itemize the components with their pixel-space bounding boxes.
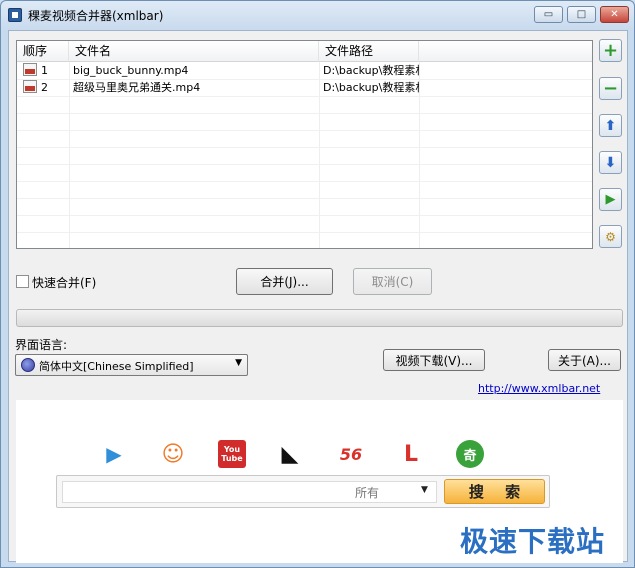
- search-box: 所有 ▼ 搜 索: [56, 475, 550, 508]
- letv-icon[interactable]: L: [397, 440, 425, 468]
- arrow-up-icon: ⬆: [604, 117, 617, 134]
- move-up-button[interactable]: ⬆: [599, 114, 622, 137]
- gear-icon: ⚙: [605, 229, 616, 244]
- file-list[interactable]: 顺序 文件名 文件路径 1 big_buck_bunny.mp4 D:\back…: [16, 40, 593, 249]
- tudou-icon[interactable]: ☺: [159, 440, 187, 468]
- empty-row: [17, 199, 592, 216]
- empty-row: [17, 114, 592, 131]
- row-order-cell: 1: [19, 63, 69, 80]
- column-header-filename[interactable]: 文件名: [69, 41, 319, 62]
- row-order: 1: [41, 64, 48, 77]
- chevron-down-icon: ▼: [235, 358, 242, 368]
- empty-row: [17, 216, 592, 233]
- search-scope[interactable]: 所有: [355, 484, 379, 501]
- client-area: 顺序 文件名 文件路径 1 big_buck_bunny.mp4 D:\back…: [8, 30, 628, 563]
- merge-button[interactable]: 合并(J)...: [236, 268, 333, 295]
- youtube-icon[interactable]: You Tube: [218, 440, 246, 468]
- close-icon: ✕: [610, 9, 619, 20]
- play-icon: ▶: [605, 192, 616, 207]
- arrow-down-icon: ⬇: [604, 154, 617, 171]
- play-button[interactable]: ▶: [599, 188, 622, 211]
- empty-row: [17, 165, 592, 182]
- add-file-button[interactable]: +: [599, 39, 622, 62]
- qi-icon[interactable]: 奇: [456, 440, 484, 468]
- cancel-button[interactable]: 取消(C): [353, 268, 432, 295]
- row-path: D:\backup\教程素材: [323, 64, 419, 77]
- table-row[interactable]: 1 big_buck_bunny.mp4 D:\backup\教程素材: [17, 63, 592, 80]
- column-header-order[interactable]: 顺序: [17, 41, 69, 62]
- language-selected: 简体中文[Chinese Simplified]: [39, 360, 194, 373]
- table-row[interactable]: 2 超级马里奥兄弟通关.mp4 D:\backup\教程素材: [17, 80, 592, 97]
- video-download-button[interactable]: 视频下载(V)...: [383, 349, 485, 371]
- play-site-icon[interactable]: ▶: [100, 440, 128, 468]
- row-filename: 超级马里奥兄弟通关.mp4: [73, 81, 201, 94]
- maximize-icon: □: [576, 9, 587, 20]
- fast-merge-checkbox[interactable]: [16, 275, 29, 288]
- video-file-icon: [23, 63, 37, 76]
- language-select[interactable]: 简体中文[Chinese Simplified] ▼: [15, 354, 248, 376]
- empty-row: [17, 182, 592, 199]
- about-button[interactable]: 关于(A)...: [548, 349, 621, 371]
- iqiyi-arrow-icon[interactable]: ◣: [276, 440, 304, 468]
- main-window: 稞麦视频合并器(xmlbar) ▭ □ ✕ 顺序 文件名 文件路径 1 big_…: [0, 0, 635, 568]
- close-button[interactable]: ✕: [600, 6, 629, 23]
- column-header-path[interactable]: 文件路径: [319, 41, 419, 62]
- minus-icon: −: [602, 78, 619, 99]
- progress-bar: [16, 309, 623, 327]
- globe-icon: [21, 358, 35, 372]
- chevron-down-icon[interactable]: ▼: [421, 485, 428, 495]
- video-file-icon: [23, 80, 37, 93]
- language-label: 界面语言:: [15, 338, 68, 352]
- move-down-button[interactable]: ⬇: [599, 151, 622, 174]
- website-link[interactable]: http://www.xmlbar.net: [478, 382, 600, 395]
- search-button[interactable]: 搜 索: [444, 479, 545, 504]
- empty-row: [17, 131, 592, 148]
- maximize-button[interactable]: □: [567, 6, 596, 23]
- settings-button[interactable]: ⚙: [599, 225, 622, 248]
- title-bar[interactable]: 稞麦视频合并器(xmlbar) ▭ □ ✕: [1, 1, 634, 29]
- remove-file-button[interactable]: −: [599, 77, 622, 100]
- empty-row: [17, 97, 592, 114]
- column-header-extra: [419, 41, 592, 62]
- row-path: D:\backup\教程素材: [323, 81, 419, 94]
- watermark-logo: 极速下载站: [460, 525, 606, 558]
- fast-merge-label[interactable]: 快速合并(F): [32, 274, 96, 291]
- site-56-icon[interactable]: 56: [334, 440, 368, 468]
- search-input[interactable]: [62, 481, 437, 503]
- window-title: 稞麦视频合并器(xmlbar): [28, 9, 164, 23]
- minimize-button[interactable]: ▭: [534, 6, 563, 23]
- row-order-cell: 2: [19, 80, 69, 97]
- plus-icon: +: [602, 40, 619, 61]
- row-order: 2: [41, 81, 48, 94]
- row-filename: big_buck_bunny.mp4: [73, 64, 189, 77]
- list-header: 顺序 文件名 文件路径: [17, 41, 592, 62]
- empty-row: [17, 148, 592, 165]
- minimize-icon: ▭: [543, 9, 554, 20]
- app-icon[interactable]: [8, 8, 22, 22]
